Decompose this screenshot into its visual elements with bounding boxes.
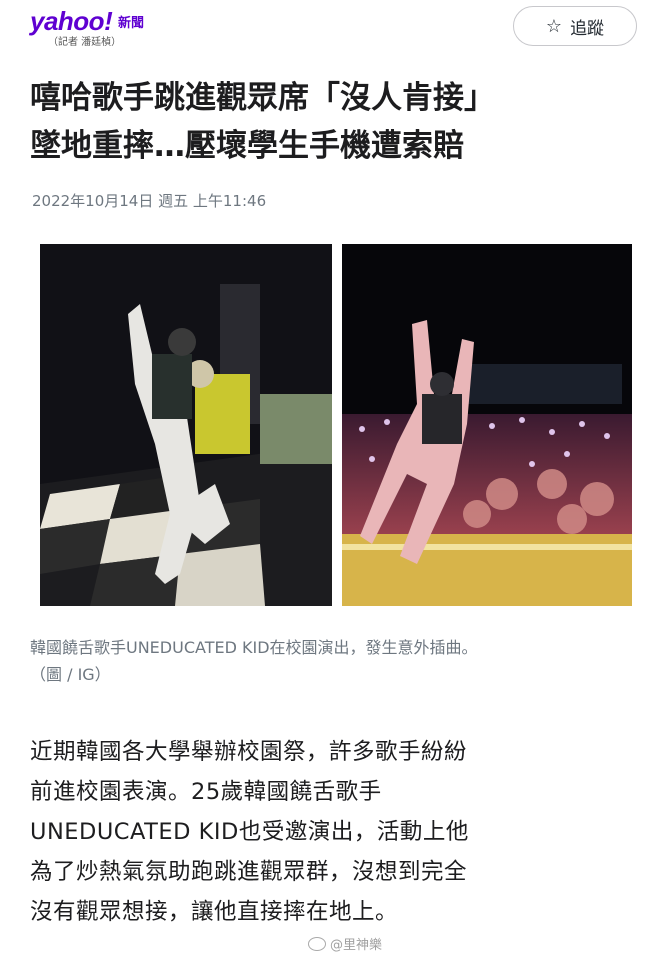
article-body-line: UNEDUCATED KID也受邀演出，活動上他 [30, 819, 469, 845]
article-body-line: 前進校園表演。25歲韓國饒舌歌手 [30, 779, 382, 805]
photo-caption-line: 韓國饒舌歌手UNEDUCATED KID在校園演出，發生意外插曲。 [30, 638, 478, 657]
concert-photo-crowd-fall[interactable] [342, 244, 632, 606]
concert-photo-stage[interactable] [40, 244, 332, 606]
article-title-line: 嘻哈歌手跳進觀眾席「沒人肯接」 [30, 80, 495, 116]
article-body: 近期韓國各大學舉辦校園祭，許多歌手紛紛 前進校園表演。25歲韓國饒舌歌手 UNE… [30, 732, 650, 932]
article-body-line: 沒有觀眾想接，讓他直接摔在地上。 [30, 899, 399, 925]
article-title: 嘻哈歌手跳進觀眾席「沒人肯接」 墜地重摔…壓壞學生手機遭索賠 [30, 74, 650, 170]
watermark: @里神樂 [308, 934, 382, 953]
article-title-line: 墜地重摔…壓壞學生手機遭索賠 [30, 128, 464, 164]
photo-caption: 韓國饒舌歌手UNEDUCATED KID在校園演出，發生意外插曲。 （圖 / I… [30, 634, 645, 688]
publish-date: 2022年10月14日 週五 上午11:46 [32, 192, 267, 210]
article-header: yahoo! 新聞 （記者 潘廷楨） ☆ 追蹤 [0, 0, 672, 62]
article-body-line: 為了炒熱氣氛助跑跳進觀眾群，沒想到完全 [30, 859, 468, 885]
photo-caption-credit: （圖 / IG） [30, 665, 111, 684]
news-section-label: 新聞 [118, 16, 145, 31]
weibo-icon [308, 936, 326, 951]
article-photos [40, 244, 632, 608]
follow-button-label: 追蹤 [570, 18, 605, 39]
reporter-byline: （記者 潘廷楨） [48, 37, 122, 48]
article-body-line: 近期韓國各大學舉辦校園祭，許多歌手紛紛 [30, 739, 468, 765]
follow-button[interactable]: ☆ 追蹤 [513, 6, 637, 46]
star-outline-icon: ☆ [545, 15, 563, 37]
watermark-text: @里神樂 [330, 938, 383, 953]
